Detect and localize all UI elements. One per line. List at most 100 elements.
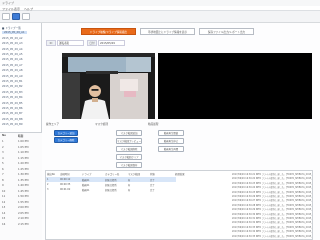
list-item[interactable]: 1:45 PM: [18, 190, 28, 193]
table-header-cell[interactable]: 状態: [150, 172, 155, 176]
tree-item[interactable]: 2015_05_29_B5: [2, 102, 23, 105]
log-line: 2017/06/29 16:30:29 INFO ファイル保存しました。[TOK…: [232, 208, 312, 212]
table-header-cell[interactable]: ドライブ: [82, 172, 92, 176]
list-item[interactable]: 6: [2, 168, 4, 171]
tree-item[interactable]: 2015_05_29_A8: [2, 69, 23, 72]
mask-delete-button[interactable]: マスク範囲削除: [116, 146, 142, 152]
log-line: 2017/06/29 16:30:24 INFO ファイル保存しました。[TOK…: [232, 186, 312, 190]
log-line: 2017/06/29 16:30:33 INFO ファイル保存しました。[TOK…: [232, 225, 312, 229]
list-item[interactable]: 15: [2, 217, 5, 220]
tree-item[interactable]: 2015_05_29_A4: [2, 48, 23, 51]
list-item[interactable]: 10: [2, 190, 5, 193]
list-item[interactable]: 1:55 PM: [18, 201, 28, 204]
list-item[interactable]: 13: [2, 206, 5, 209]
tree-item[interactable]: 2015_05_29_B1: [2, 80, 23, 83]
log-line: 2017/06/29 16:30:23 INFO ファイル保存しました。[TOK…: [232, 181, 312, 185]
list-item[interactable]: 2: [2, 146, 4, 149]
tree-item[interactable]: 2015_05_29_B9: [2, 123, 23, 126]
list-item[interactable]: 1:40 PM: [18, 184, 28, 187]
tree-item[interactable]: 2015_05_29_A1: [2, 31, 27, 35]
tree-item[interactable]: 2015_05_29_B3: [2, 91, 23, 94]
log-line: 2017/06/29 16:30:34 INFO ファイル保存しました。[TOK…: [232, 230, 312, 234]
log-line: 2017/06/29 16:30:27 INFO ファイル保存しました。[TOK…: [232, 199, 312, 203]
list-item[interactable]: 5: [2, 162, 4, 165]
list-item[interactable]: 2:00 PM: [18, 206, 28, 209]
video-resume-button[interactable]: 動画再生再開: [158, 146, 184, 152]
table-header-cell[interactable]: 出現時刻: [60, 172, 70, 176]
log-line: 2017/06/29 16:30:32 INFO ファイル保存しました。[TOK…: [232, 221, 312, 225]
list-item[interactable]: 1:15 PM: [18, 157, 28, 160]
section-label-operation: 操作エリア: [46, 123, 59, 126]
list-item[interactable]: 12: [2, 201, 5, 204]
list-item[interactable]: 11: [2, 195, 5, 198]
list-item[interactable]: 1:05 PM: [18, 146, 28, 149]
menu-item-file[interactable]: ファイル: [2, 7, 14, 11]
tab-map-view[interactable]: 帯状地図上にドライブ情報を表示: [140, 28, 195, 35]
tree-item[interactable]: 2015_05_29_B8: [2, 118, 23, 121]
save-icon[interactable]: [22, 13, 30, 20]
list-item[interactable]: 4: [2, 157, 4, 160]
new-file-icon[interactable]: [2, 13, 10, 20]
list-item[interactable]: 9: [2, 184, 4, 187]
menu-item-view[interactable]: 表示: [14, 7, 20, 11]
tree-item[interactable]: 2015_05_29_B7: [2, 112, 23, 115]
mask-clear-button[interactable]: マスク範囲クリア: [116, 154, 142, 160]
video-stop-button[interactable]: 動画再生停止: [158, 138, 184, 144]
list-item[interactable]: 7: [2, 173, 4, 176]
field-label-date: 日付: [87, 40, 97, 46]
video-player-secondary[interactable]: [158, 53, 312, 119]
menu-item-help[interactable]: ヘルプ: [24, 7, 33, 11]
mask-add-button[interactable]: マスク範囲追加: [116, 130, 142, 136]
list-item[interactable]: 1:00 PM: [18, 140, 28, 143]
tab-drive-video[interactable]: ドライブ映像/ドライブ情報検出: [81, 28, 136, 35]
list-item[interactable]: 14: [2, 212, 5, 215]
list-item[interactable]: 8: [2, 179, 4, 182]
list-item[interactable]: 1:10 PM: [18, 151, 28, 154]
table-header-cell[interactable]: カテゴリー名: [105, 172, 119, 176]
table-header-cell[interactable]: 処理結果: [175, 172, 185, 176]
tree-item[interactable]: 2015_05_29_B2: [2, 85, 23, 88]
tree-item[interactable]: 2015_05_29_A7: [2, 64, 23, 67]
tree-item[interactable]: 2015_05_29_A6: [2, 58, 23, 61]
list-item[interactable]: 16: [2, 223, 5, 226]
video-player-main[interactable]: [62, 53, 155, 119]
log-line: 2017/06/29 16:30:26 INFO ファイル保存しました。[TOK…: [232, 195, 312, 198]
list-item[interactable]: 1:30 PM: [18, 173, 28, 176]
list-item[interactable]: 1:50 PM: [18, 195, 28, 198]
table-header-cell[interactable]: マスク範囲: [128, 172, 140, 176]
table-cell: 1: [47, 177, 49, 181]
list-item[interactable]: 1:35 PM: [18, 179, 28, 182]
list-item[interactable]: 2:05 PM: [18, 212, 28, 215]
log-line: 2017/06/29 16:30:31 INFO ファイル保存しました。[TOK…: [232, 217, 312, 220]
table-cell: 00:00:35: [60, 182, 71, 186]
window-title: ドライブ: [2, 1, 15, 5]
list-item[interactable]: 1:20 PM: [18, 162, 28, 165]
field-input-date[interactable]: 2015/05/29: [98, 40, 125, 46]
log-line: 2017/06/29 16:30:28 INFO ファイル保存しました。[TOK…: [232, 203, 312, 207]
video-play-button[interactable]: 動画再生開始: [158, 130, 184, 136]
mask-preview-button[interactable]: マスク範囲プレビュー: [116, 138, 142, 144]
delete-category-button[interactable]: カテゴリー削除: [54, 137, 78, 143]
add-category-button[interactable]: カテゴリー追加: [54, 130, 78, 136]
table-cell: 危険な場所: [105, 178, 117, 182]
list-item[interactable]: 1: [2, 140, 4, 143]
tree-item[interactable]: 2015_05_29_B4: [2, 96, 23, 99]
tree-item[interactable]: 2015_05_29_B6: [2, 107, 23, 110]
list-item[interactable]: 3: [2, 151, 4, 154]
open-folder-icon[interactable]: [12, 13, 20, 20]
table-cell: 危険な場所: [105, 183, 117, 187]
table-header-cell[interactable]: 検出No: [47, 172, 55, 176]
list-item[interactable]: 1:25 PM: [18, 168, 28, 171]
list-item[interactable]: 2:10 PM: [18, 217, 28, 220]
field-input-driver[interactable]: 運転者名: [57, 40, 84, 46]
tree-item[interactable]: 2015_05_29_A5: [2, 53, 23, 56]
list-item[interactable]: 2:15 PM: [18, 223, 28, 226]
dashcam-frame: [62, 53, 155, 119]
table-cell: 危険な場所: [105, 188, 117, 192]
tree-item[interactable]: ■ ドライブ一覧: [2, 26, 21, 30]
mask-save-button[interactable]: マスク範囲保存: [116, 162, 142, 168]
tab-export[interactable]: 保存ファイル出力/レポート出力: [199, 28, 254, 35]
tree-item[interactable]: 2015_05_29_A3: [2, 42, 23, 45]
tree-item[interactable]: 2015_05_29_A2: [2, 37, 23, 40]
tree-item[interactable]: 2015_05_29_A9: [2, 75, 23, 78]
